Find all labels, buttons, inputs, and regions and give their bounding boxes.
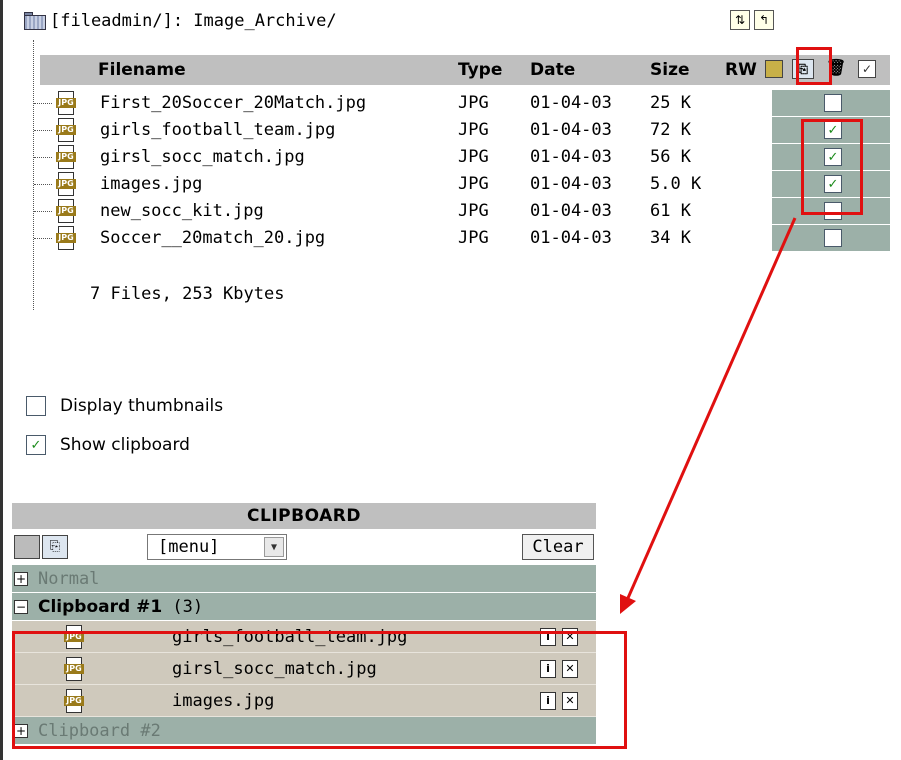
annotation-arrow <box>620 217 797 614</box>
